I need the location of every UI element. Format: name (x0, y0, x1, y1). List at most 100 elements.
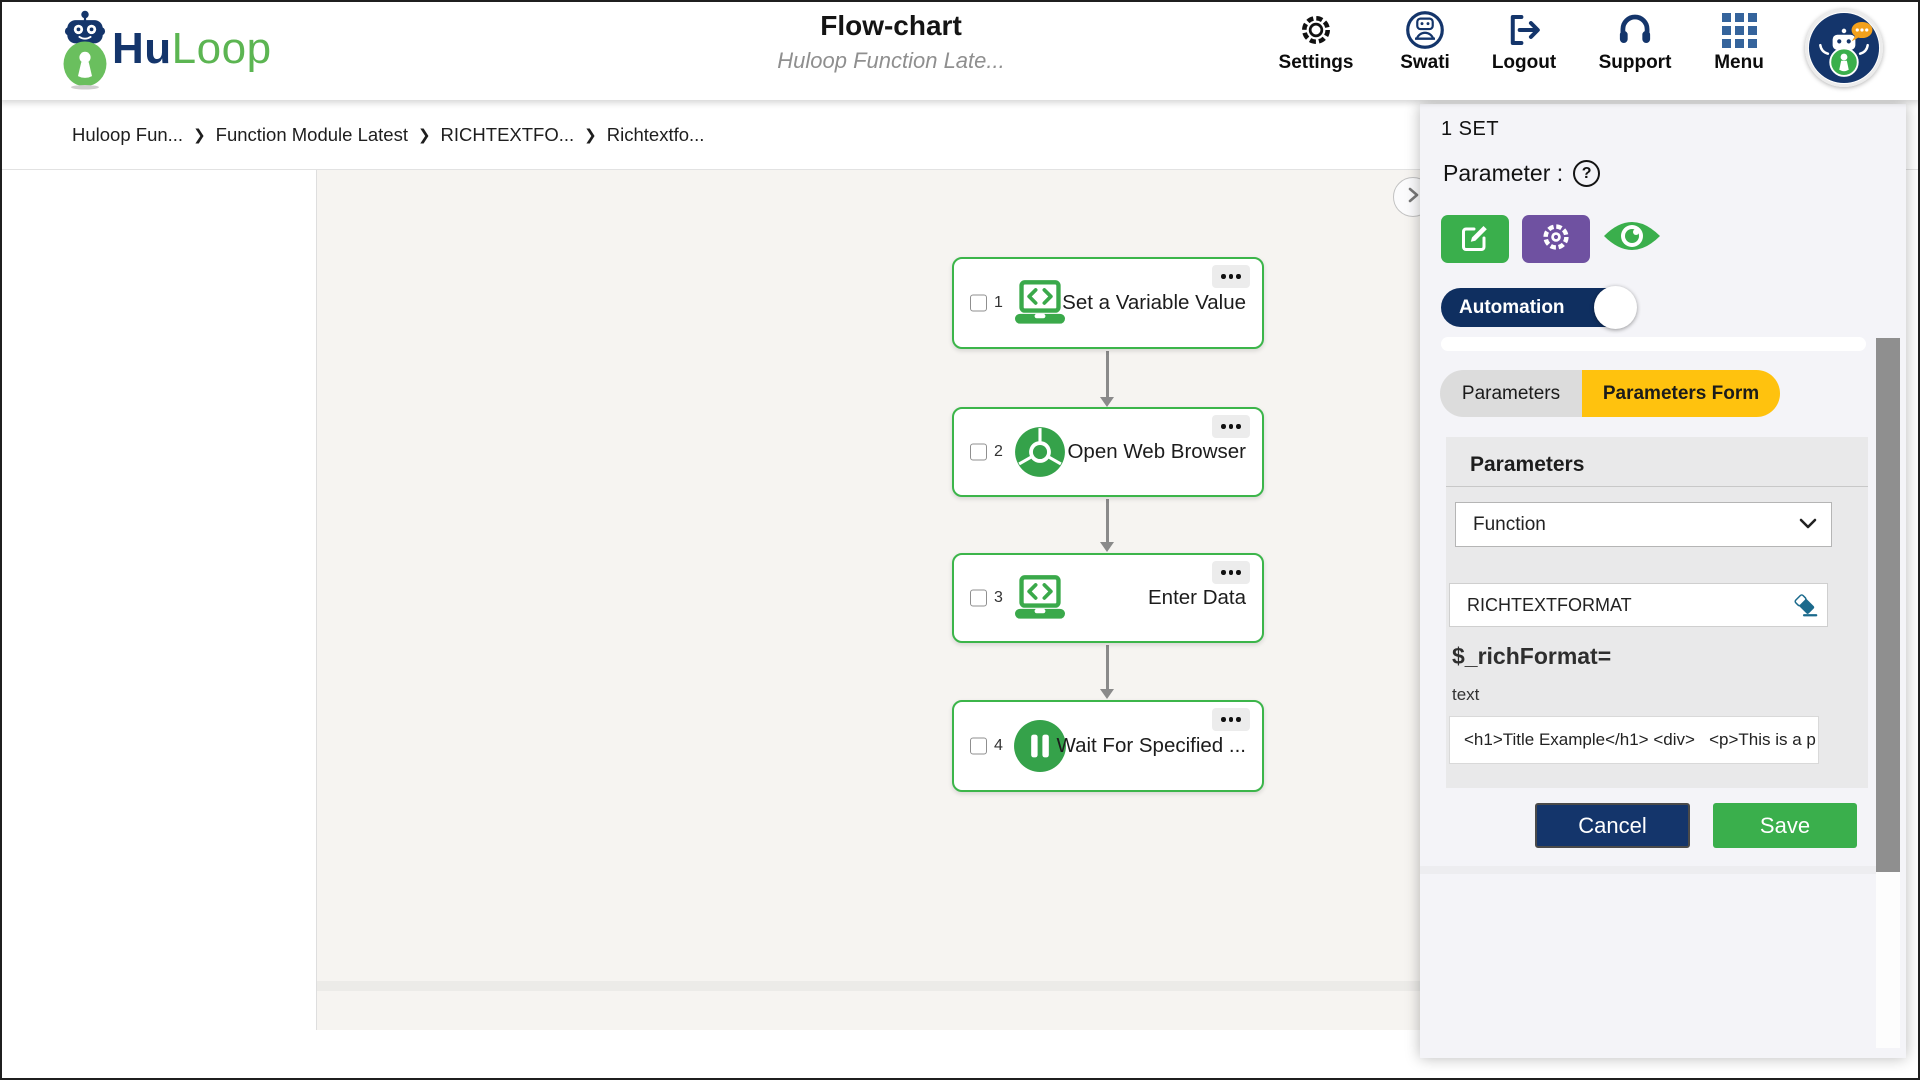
node-number: 3 (994, 589, 1003, 606)
cancel-label: Cancel (1578, 812, 1647, 838)
node-number: 2 (994, 443, 1003, 460)
ellipsis-icon (1221, 570, 1226, 575)
arrow-down-icon (1100, 397, 1114, 407)
laptop-code-icon (1010, 278, 1070, 328)
save-label: Save (1759, 812, 1811, 838)
huloop-app: HuLoop Flow-chart Huloop Function Late..… (0, 0, 1920, 1080)
chevron-separator-icon: ❯ (417, 126, 431, 144)
gear-icon (1540, 221, 1572, 258)
ellipsis-icon (1221, 274, 1226, 279)
node-number: 1 (994, 294, 1003, 311)
variable-assignment-label: $_richFormat= (1452, 643, 1612, 669)
node-title: Open Web Browser (1067, 440, 1246, 463)
flow-connector (1100, 645, 1114, 699)
rich-text-value: <h1>Title Example</h1> <div> <p>This is … (1464, 730, 1816, 749)
node-title: Wait For Specified ... (1056, 734, 1247, 757)
tab-parameters-form-label: Parameters Form (1602, 382, 1760, 404)
node-checkbox[interactable] (970, 294, 987, 312)
flow-node-3[interactable]: 3 Enter Data (952, 553, 1264, 643)
tab-parameters[interactable]: Parameters (1440, 370, 1582, 417)
flow-node-2[interactable]: 2 Open Web Browser (952, 407, 1264, 497)
divider (1446, 486, 1868, 487)
node-menu-button[interactable] (1212, 265, 1250, 288)
section-title: Parameters (1470, 453, 1585, 476)
node-checkbox[interactable] (970, 443, 987, 461)
laptop-code-icon (1010, 573, 1070, 623)
text-field-label: text (1452, 685, 1480, 704)
panel-scrollbar-thumb[interactable] (1876, 338, 1900, 872)
function-name-input[interactable]: RICHTEXTFORMAT (1449, 583, 1828, 627)
ellipsis-icon (1221, 424, 1226, 429)
breadcrumb-item-3[interactable]: RICHTEXTFO... (441, 124, 575, 146)
headset-icon (1575, 10, 1695, 50)
edit-pencil-icon (1460, 222, 1490, 257)
node-menu-button[interactable] (1212, 415, 1250, 438)
node-title: Set a Variable Value (1062, 291, 1246, 314)
function-name-value: RICHTEXTFORMAT (1467, 594, 1632, 615)
ellipsis-icon (1221, 717, 1226, 722)
flow-connector (1100, 499, 1114, 552)
nav-menu[interactable]: Menu (1679, 10, 1799, 74)
page-title: Flow-chart (820, 10, 962, 41)
gear-icon (1256, 10, 1376, 50)
left-toolbar (0, 170, 317, 1030)
page-subtitle: Huloop Function Late... (777, 48, 1005, 73)
settings-gear-button[interactable] (1522, 215, 1590, 263)
chevron-down-icon (1799, 514, 1817, 536)
tab-parameters-form[interactable]: Parameters Form (1582, 370, 1780, 417)
parameter-label: Parameter : (1443, 160, 1564, 186)
panel-footer-band (1420, 866, 1876, 874)
chevron-right-icon (1406, 187, 1420, 208)
brand-loop: Loop (171, 24, 272, 73)
brand-wordmark[interactable]: HuLoop (112, 24, 272, 74)
flow-node-4[interactable]: 4 Wait For Specified ... (952, 700, 1264, 792)
automation-label: Automation (1459, 297, 1565, 318)
nav-logout[interactable]: Logout (1464, 10, 1584, 74)
avatar[interactable] (1805, 9, 1883, 87)
edit-button[interactable] (1441, 215, 1509, 263)
nav-support-label: Support (1598, 52, 1672, 73)
node-checkbox[interactable] (970, 589, 987, 607)
node-checkbox[interactable] (970, 737, 987, 755)
huloop-robot-logo-icon[interactable] (57, 6, 113, 97)
brand-hu: Hu (112, 24, 172, 73)
chevron-separator-icon: ❯ (584, 126, 597, 144)
automation-toggle[interactable]: Automation (1441, 286, 1637, 329)
breadcrumb-item-1[interactable]: Huloop Fun... (72, 124, 183, 146)
canvas-scroll-band (316, 981, 1420, 991)
function-select-value: Function (1473, 513, 1546, 535)
help-icon[interactable]: ? (1573, 160, 1601, 187)
preview-button[interactable] (1602, 214, 1662, 263)
app-header: HuLoop Flow-chart Huloop Function Late..… (0, 0, 1920, 100)
nav-settings[interactable]: Settings (1256, 10, 1376, 74)
arrow-down-icon (1100, 542, 1114, 552)
flow-node-1[interactable]: 1 Set a Variable Value (952, 257, 1264, 349)
parameters-section: Parameters Function RICHTEXTFORMAT $_ric… (1446, 437, 1868, 788)
breadcrumb-item-2[interactable]: Function Module Latest (216, 124, 408, 146)
title-block: Flow-chart Huloop Function Late... (691, 10, 1091, 74)
cancel-button[interactable]: Cancel (1535, 803, 1690, 848)
chrome-icon (1010, 425, 1070, 479)
set-count-label: 1 SET (1441, 118, 1500, 140)
function-select[interactable]: Function (1455, 502, 1832, 547)
flow-connector (1100, 351, 1114, 407)
nav-menu-label: Menu (1714, 52, 1764, 73)
save-button[interactable]: Save (1713, 803, 1857, 848)
parameter-heading: Parameter : ? (1443, 160, 1601, 187)
grid-menu-icon (1679, 10, 1799, 50)
node-menu-button[interactable] (1212, 708, 1250, 731)
tab-parameters-label: Parameters (1461, 382, 1561, 404)
arrow-down-icon (1100, 689, 1114, 699)
node-title: Enter Data (1148, 586, 1246, 609)
eraser-icon[interactable] (1791, 591, 1819, 619)
nav-logout-label: Logout (1491, 52, 1557, 73)
toggle-knob[interactable] (1594, 286, 1637, 329)
node-number: 4 (994, 737, 1003, 754)
breadcrumb-item-4[interactable]: Richtextfo... (607, 124, 705, 146)
chevron-separator-icon: ❯ (193, 126, 206, 144)
logout-icon (1464, 10, 1584, 50)
rich-text-input[interactable]: <h1>Title Example</h1> <div> <p>This is … (1449, 716, 1819, 764)
nav-support[interactable]: Support (1575, 10, 1695, 74)
node-menu-button[interactable] (1212, 561, 1250, 584)
parameter-panel: 1 SET Parameter : ? Automation Parameter… (1420, 104, 1906, 1058)
